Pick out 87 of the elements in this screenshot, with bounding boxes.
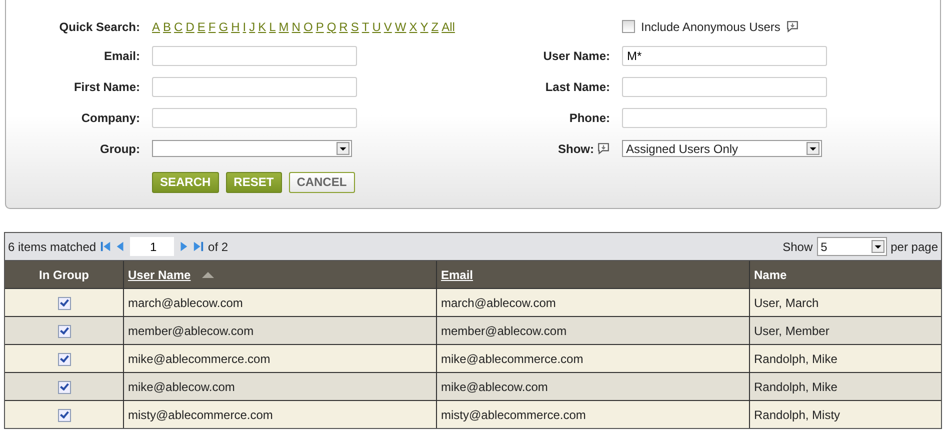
letter-link[interactable]: Y bbox=[420, 20, 428, 34]
last-page-icon[interactable] bbox=[193, 241, 204, 252]
letter-link[interactable]: C bbox=[174, 20, 183, 34]
table-cell: misty@ablecommerce.com bbox=[124, 400, 436, 428]
text-field[interactable] bbox=[622, 108, 827, 128]
letter-link[interactable]: H bbox=[231, 20, 240, 34]
table-cell: member@ablecow.com bbox=[436, 316, 750, 344]
text-field[interactable] bbox=[622, 76, 827, 96]
table-cell: User, March bbox=[750, 288, 941, 316]
table-cell: member@ablecow.com bbox=[124, 316, 436, 344]
letter-link[interactable]: I bbox=[242, 20, 246, 34]
table-cell: march@ablecow.com bbox=[436, 288, 750, 316]
checkbox[interactable] bbox=[622, 20, 635, 33]
checkbox[interactable] bbox=[58, 380, 70, 394]
field-label: Show: bbox=[558, 142, 594, 156]
letter-link[interactable]: A bbox=[152, 20, 160, 34]
checkbox[interactable] bbox=[58, 324, 70, 338]
items-count: 6 items matched bbox=[8, 240, 96, 254]
sort-ascending-icon[interactable] bbox=[200, 270, 215, 278]
sort-link[interactable]: User Name bbox=[128, 268, 191, 282]
letter-link[interactable]: O bbox=[303, 20, 313, 34]
letter-link[interactable]: W bbox=[394, 20, 406, 34]
field-label: User Name: bbox=[543, 48, 610, 62]
first-page-icon[interactable] bbox=[100, 241, 112, 252]
action-button[interactable]: SEARCH bbox=[152, 172, 219, 192]
letter-link[interactable]: F bbox=[208, 20, 216, 34]
letter-link[interactable]: N bbox=[292, 20, 300, 34]
letter-link[interactable]: All bbox=[442, 20, 455, 34]
letter-link[interactable]: G bbox=[218, 20, 228, 34]
letter-link[interactable]: U bbox=[372, 20, 381, 34]
table-cell: march@ablecow.com bbox=[124, 288, 436, 316]
column-header[interactable]: User Name bbox=[124, 261, 436, 288]
per-page-label: per page bbox=[890, 240, 938, 254]
checkbox[interactable] bbox=[58, 408, 70, 422]
sort-link[interactable]: Email bbox=[441, 268, 474, 282]
show-label: Show bbox=[782, 240, 813, 254]
letter-link[interactable]: B bbox=[163, 20, 172, 34]
dropdown[interactable]: Assigned Users Only bbox=[622, 140, 822, 157]
field-label: Quick Search: bbox=[59, 20, 140, 34]
field-label: Phone: bbox=[569, 110, 610, 124]
checkbox-label: Include Anonymous Users bbox=[641, 20, 780, 34]
column-header: Name bbox=[750, 261, 941, 288]
table-cell: User, Member bbox=[750, 316, 941, 344]
letter-link[interactable]: S bbox=[350, 20, 359, 34]
letter-link[interactable]: Z bbox=[431, 20, 439, 34]
action-button[interactable]: RESET bbox=[226, 172, 282, 192]
letter-link[interactable]: Q bbox=[326, 20, 336, 34]
page-field[interactable]: 1 bbox=[130, 237, 174, 256]
table-cell: mike@ablecommerce.com bbox=[436, 344, 750, 372]
help-icon[interactable] bbox=[786, 20, 800, 33]
next-page-icon[interactable] bbox=[178, 241, 190, 252]
checkbox[interactable] bbox=[58, 352, 70, 366]
table-cell: misty@ablecommerce.com bbox=[436, 400, 750, 428]
column-header: In Group bbox=[5, 261, 124, 288]
field-label: Group: bbox=[100, 142, 140, 156]
letter-link[interactable]: M bbox=[278, 20, 289, 34]
table-cell: mike@ablecow.com bbox=[436, 372, 750, 400]
letter-link[interactable]: V bbox=[384, 20, 392, 34]
field-label: First Name: bbox=[74, 80, 140, 94]
table-cell: Randolph, Misty bbox=[750, 400, 941, 428]
text-field[interactable] bbox=[152, 76, 357, 96]
text-field[interactable]: M* bbox=[622, 46, 827, 66]
letter-link[interactable]: J bbox=[249, 20, 256, 34]
letter-link[interactable]: K bbox=[258, 20, 266, 34]
previous-page-icon[interactable] bbox=[115, 241, 126, 252]
field-label: Last Name: bbox=[545, 80, 610, 94]
table-cell: Randolph, Mike bbox=[750, 344, 941, 372]
text-field[interactable] bbox=[152, 46, 357, 66]
letter-link[interactable]: D bbox=[186, 20, 194, 34]
table-cell: Randolph, Mike bbox=[750, 372, 941, 400]
column-header[interactable]: Email bbox=[436, 261, 750, 288]
letter-link[interactable]: T bbox=[362, 20, 370, 34]
table-cell: mike@ablecommerce.com bbox=[124, 344, 436, 372]
help-icon[interactable] bbox=[597, 142, 610, 155]
table-cell: mike@ablecow.com bbox=[124, 372, 436, 400]
letter-link[interactable]: L bbox=[269, 20, 276, 34]
letter-link[interactable]: E bbox=[197, 20, 206, 34]
letter-link[interactable]: X bbox=[409, 20, 418, 34]
checkbox[interactable] bbox=[58, 296, 70, 310]
letter-link[interactable]: P bbox=[316, 20, 324, 34]
letter-link[interactable]: R bbox=[339, 20, 348, 34]
text-field[interactable] bbox=[152, 108, 357, 128]
page-size-dropdown[interactable]: 5 bbox=[816, 237, 887, 256]
page-count: of 2 bbox=[208, 240, 228, 254]
field-label: Email: bbox=[104, 48, 140, 62]
field-label: Company: bbox=[81, 110, 140, 124]
cancel-button[interactable]: CANCEL bbox=[288, 172, 355, 192]
